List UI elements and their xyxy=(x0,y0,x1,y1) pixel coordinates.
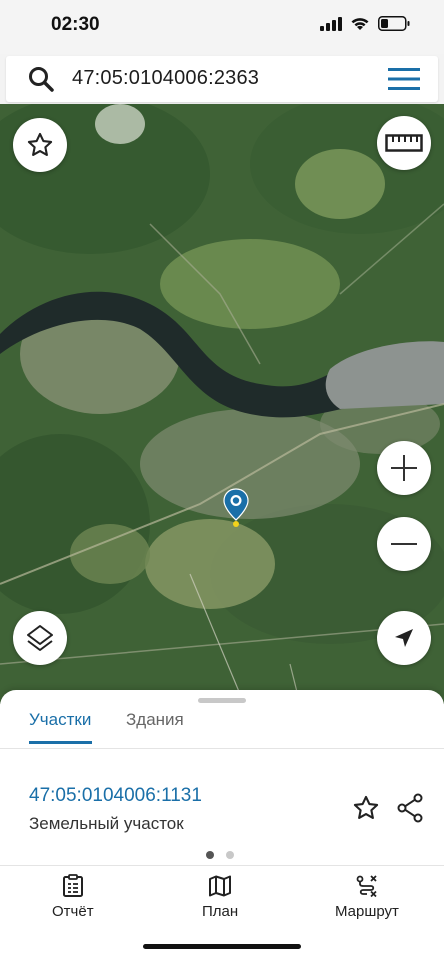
search-input[interactable]: 47:05:0104006:2363 xyxy=(72,67,259,90)
search-icon[interactable] xyxy=(28,66,54,92)
home-indicator[interactable] xyxy=(143,944,301,949)
status-bar: 02:30 xyxy=(0,0,444,54)
bottom-sheet: Участки Здания 47:05:0104006:1131 Земель… xyxy=(0,690,444,960)
minus-icon xyxy=(391,543,417,545)
bottom-nav: Отчёт План Маршрут xyxy=(0,866,444,926)
divider xyxy=(0,748,444,749)
plus-icon xyxy=(391,455,417,481)
map-plan-icon xyxy=(209,875,232,897)
parcel-number-link[interactable]: 47:05:0104006:1131 xyxy=(29,785,202,807)
satellite-map[interactable] xyxy=(0,104,444,704)
star-outline-icon[interactable] xyxy=(352,794,380,822)
nav-report-label: Отчёт xyxy=(52,903,94,920)
layers-icon xyxy=(27,625,53,651)
pager-dots xyxy=(206,851,234,859)
nav-route[interactable]: Маршрут xyxy=(335,874,399,920)
pager-dot-active[interactable] xyxy=(206,851,214,859)
wifi-icon xyxy=(351,18,369,30)
favorite-button[interactable] xyxy=(13,118,67,172)
status-time: 02:30 xyxy=(51,14,100,35)
nav-plan-label: План xyxy=(202,903,239,920)
menu-icon[interactable] xyxy=(388,68,420,90)
battery-icon xyxy=(378,16,410,31)
zoom-in-button[interactable] xyxy=(377,441,431,495)
nav-report[interactable]: Отчёт xyxy=(52,874,94,920)
layers-button[interactable] xyxy=(13,611,67,665)
report-icon xyxy=(62,874,83,897)
ruler-icon xyxy=(385,134,423,152)
navigation-arrow-icon xyxy=(395,629,413,647)
signal-icon xyxy=(320,16,342,31)
tab-parcels[interactable]: Участки xyxy=(29,710,93,744)
nav-plan[interactable]: План xyxy=(202,874,238,920)
share-icon[interactable] xyxy=(396,793,424,823)
tab-buildings[interactable]: Здания xyxy=(126,710,184,740)
zoom-out-button[interactable] xyxy=(377,517,431,571)
sheet-tabs: Участки Здания xyxy=(0,710,444,750)
search-bar[interactable]: 47:05:0104006:2363 xyxy=(6,56,438,102)
pager-dot[interactable] xyxy=(226,851,234,859)
my-location-button[interactable] xyxy=(377,611,431,665)
ruler-button[interactable] xyxy=(377,116,431,170)
parcel-type: Земельный участок xyxy=(29,814,184,833)
status-icons xyxy=(320,16,410,31)
nav-route-label: Маршрут xyxy=(335,903,399,920)
route-icon xyxy=(356,875,377,898)
sheet-drag-handle[interactable] xyxy=(198,698,246,703)
star-icon xyxy=(27,132,53,156)
satellite-imagery xyxy=(0,104,444,704)
map-pin-icon[interactable] xyxy=(222,488,250,528)
